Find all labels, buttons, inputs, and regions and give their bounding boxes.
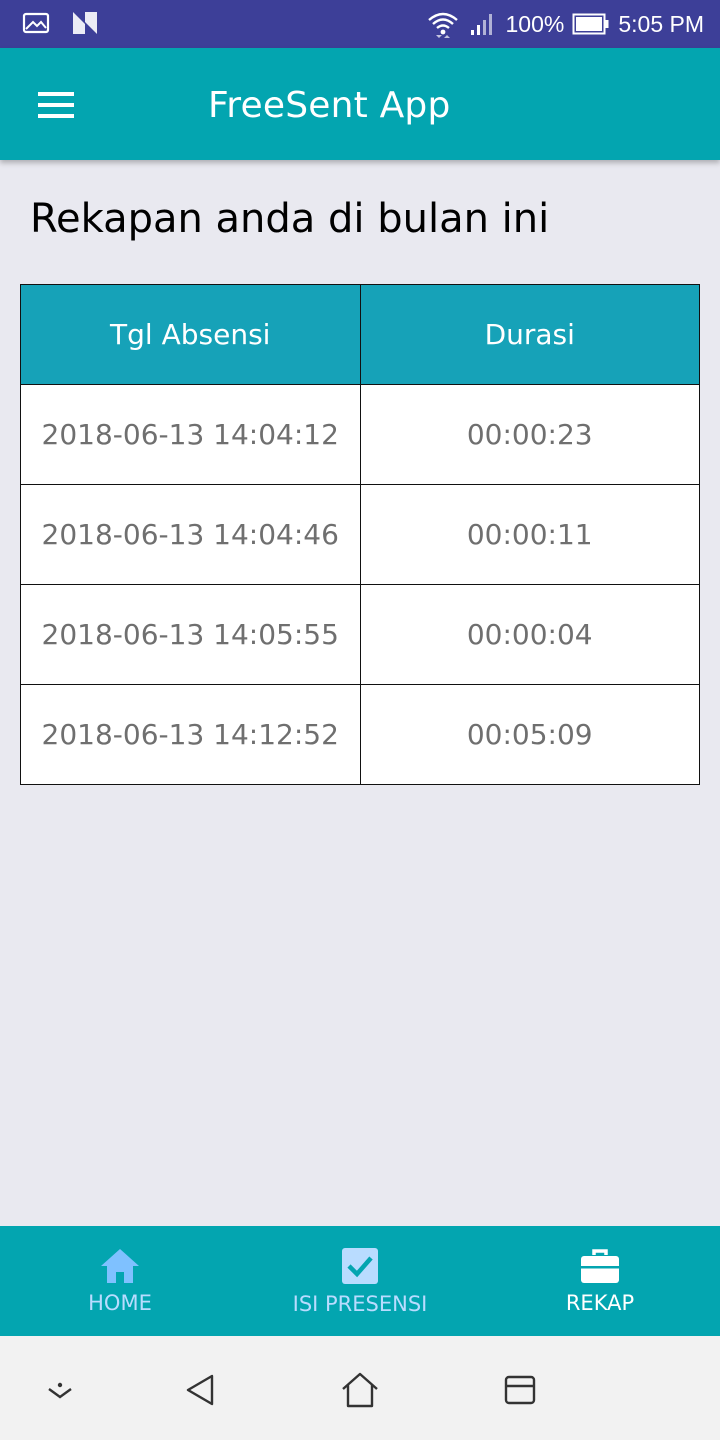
recents-icon[interactable] (496, 1366, 544, 1414)
cell-date: 2018-06-13 14:05:55 (20, 584, 361, 685)
collapse-icon[interactable] (36, 1366, 84, 1414)
cell-date: 2018-06-13 14:04:46 (20, 484, 361, 585)
status-left-icons (22, 10, 100, 41)
attendance-table: Tgl Absensi Durasi 2018-06-13 14:04:12 0… (20, 284, 700, 785)
briefcase-icon (579, 1247, 621, 1291)
cell-duration: 00:05:09 (359, 684, 700, 785)
back-icon[interactable] (176, 1366, 224, 1414)
nav-rekap-label: REKAP (565, 1291, 635, 1315)
battery-percent: 100% (505, 10, 565, 37)
n-logo-icon (70, 10, 100, 41)
app-title: FreeSent App (208, 85, 451, 126)
cell-duration: 00:00:11 (359, 484, 700, 585)
home-icon (99, 1247, 141, 1291)
bottom-navigation: HOME ISI PRESENSI REKAP (0, 1226, 720, 1336)
table-row: 2018-06-13 14:12:52 00:05:09 (20, 684, 700, 785)
nav-isi-presensi[interactable]: ISI PRESENSI (240, 1226, 480, 1336)
cell-date: 2018-06-13 14:12:52 (20, 684, 361, 785)
nav-home[interactable]: HOME (0, 1226, 240, 1336)
nav-isi-presensi-label: ISI PRESENSI (292, 1292, 428, 1316)
cell-duration: 00:00:23 (359, 384, 700, 485)
app-bar: FreeSent App (0, 48, 720, 160)
table-row: 2018-06-13 14:05:55 00:00:04 (20, 584, 700, 685)
cell-duration: 00:00:04 (359, 584, 700, 685)
table-row: 2018-06-13 14:04:46 00:00:11 (20, 484, 700, 585)
battery-icon (572, 12, 610, 36)
wifi-icon (426, 9, 460, 39)
page-title: Rekapan anda di bulan ini (30, 196, 550, 242)
table-header-row: Tgl Absensi Durasi (20, 284, 700, 385)
nav-home-label: HOME (88, 1291, 152, 1315)
status-right: 100% 5:05 PM (426, 0, 704, 48)
column-header-date: Tgl Absensi (20, 284, 361, 385)
nav-rekap[interactable]: REKAP (480, 1226, 720, 1336)
column-header-duration: Durasi (359, 284, 700, 385)
image-icon (22, 11, 50, 40)
cell-date: 2018-06-13 14:04:12 (20, 384, 361, 485)
system-navigation-bar (0, 1336, 720, 1440)
signal-icon (468, 11, 498, 37)
home-icon[interactable] (336, 1366, 384, 1414)
checkbox-icon (340, 1246, 380, 1292)
status-time: 5:05 PM (618, 10, 704, 37)
status-bar: 100% 5:05 PM (0, 0, 720, 48)
table-row: 2018-06-13 14:04:12 00:00:23 (20, 384, 700, 485)
hamburger-menu-icon[interactable] (30, 85, 82, 125)
